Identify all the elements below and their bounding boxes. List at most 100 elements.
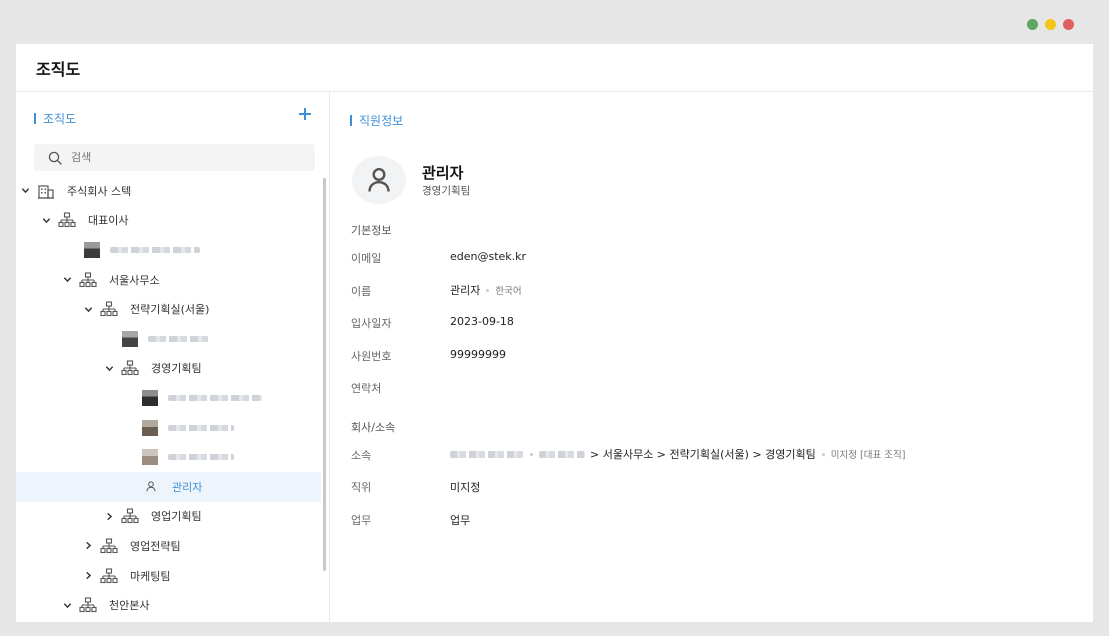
dept-field: > 서울사무소 > 전략기획실(서울) > 경영기획팀 미지정 [대표 조직] bbox=[450, 446, 905, 462]
blurred-name bbox=[148, 335, 210, 342]
tree-node-person[interactable] bbox=[16, 235, 321, 265]
tree-node-org[interactable]: 영업기획팀 bbox=[16, 502, 321, 532]
company-info-title: 회사/소속 bbox=[351, 421, 396, 434]
chevron-right-icon[interactable] bbox=[103, 510, 115, 522]
tree-node-org[interactable]: 영업전략팀 bbox=[16, 531, 321, 561]
org-chart-icon bbox=[100, 301, 118, 317]
avatar bbox=[142, 389, 158, 406]
tree-node-label: 전략기획실(서울) bbox=[130, 303, 210, 317]
org-tree: 주식회사 스텍 대표이사 서울사무소 전략기획실(서울) 경영기획팀 관리자 영… bbox=[16, 176, 321, 620]
section-marker bbox=[34, 112, 36, 124]
tree-scrollbar[interactable] bbox=[323, 178, 326, 571]
org-chart-icon bbox=[100, 567, 118, 583]
tree-node-org[interactable]: 천안본사 bbox=[16, 590, 321, 620]
org-chart-icon bbox=[79, 272, 97, 287]
user-icon bbox=[146, 481, 156, 492]
name-value: 관리자 bbox=[450, 284, 481, 297]
search-input[interactable] bbox=[71, 151, 271, 164]
tree-node-person[interactable] bbox=[16, 442, 321, 472]
join-date-label: 입사일자 bbox=[351, 317, 392, 330]
user-icon bbox=[368, 167, 390, 192]
tree-node-label: 대표이사 bbox=[88, 214, 129, 228]
org-tree-title: 조직도 bbox=[43, 111, 77, 126]
org-chart-icon bbox=[100, 538, 118, 553]
email-label: 이메일 bbox=[351, 252, 382, 265]
tree-node-label: 서울사무소 bbox=[109, 273, 160, 287]
tree-node-label: 영업기획팀 bbox=[151, 510, 202, 524]
position-label: 직위 bbox=[351, 481, 372, 494]
employee-info-header: 직원정보 bbox=[350, 112, 403, 129]
position-value: 미지정 bbox=[450, 481, 481, 494]
blurred-name bbox=[168, 424, 234, 431]
chevron-down-icon[interactable] bbox=[61, 599, 73, 611]
dept-note: 미지정 [대표 조직] bbox=[830, 450, 906, 461]
tree-node-label: 천안본사 bbox=[109, 599, 150, 613]
tree-node-person[interactable] bbox=[16, 383, 321, 413]
employee-no-value: 99999999 bbox=[450, 348, 506, 361]
blurred-org bbox=[539, 450, 585, 458]
chevron-down-icon[interactable] bbox=[61, 274, 73, 286]
tree-node-org[interactable]: 경영기획팀 bbox=[16, 354, 321, 384]
separator-dot bbox=[530, 452, 533, 456]
tree-node-company[interactable]: 주식회사 스텍 bbox=[16, 176, 321, 206]
window-controls bbox=[1027, 19, 1074, 30]
org-chart-icon bbox=[58, 212, 76, 228]
tree-node-label: 주식회사 스텍 bbox=[67, 184, 132, 198]
close-button[interactable] bbox=[1063, 19, 1074, 30]
join-date-value: 2023-09-18 bbox=[450, 315, 514, 328]
section-marker bbox=[350, 115, 352, 126]
separator-dot bbox=[486, 288, 490, 292]
chevron-down-icon[interactable] bbox=[82, 303, 94, 315]
avatar bbox=[142, 419, 158, 436]
minimize-button[interactable] bbox=[1027, 19, 1038, 30]
building-icon bbox=[38, 185, 54, 199]
tree-node-org[interactable]: 서울사무소 bbox=[16, 265, 321, 295]
chevron-right-icon[interactable] bbox=[82, 570, 94, 582]
chevron-down-icon[interactable] bbox=[40, 214, 52, 226]
chevron-down-icon[interactable] bbox=[103, 362, 115, 374]
avatar bbox=[122, 330, 138, 347]
blurred-company bbox=[450, 450, 524, 458]
chevron-right-icon[interactable] bbox=[82, 540, 94, 552]
tree-node-label: 마케팅팀 bbox=[130, 569, 171, 583]
tree-node-label: 관리자 bbox=[172, 480, 203, 494]
plus-icon[interactable] bbox=[297, 106, 313, 122]
search-icon bbox=[48, 151, 62, 165]
duty-value: 업무 bbox=[450, 514, 471, 527]
blurred-name bbox=[110, 246, 200, 253]
employee-info-title: 직원정보 bbox=[359, 114, 404, 128]
org-chart-icon bbox=[79, 597, 97, 613]
tree-node-org[interactable]: 대표이사 bbox=[16, 206, 321, 236]
employee-no-label: 사원번호 bbox=[351, 350, 392, 363]
tree-node-org[interactable]: 전략기획실(서울) bbox=[16, 294, 321, 324]
maximize-button[interactable] bbox=[1045, 19, 1056, 30]
contact-label: 연락처 bbox=[351, 382, 382, 395]
employee-info-panel: 직원정보 관리자 경영기획팀 기본정보 이메일 eden@stek.kr 이름 … bbox=[330, 92, 1093, 622]
separator-dot bbox=[821, 452, 825, 456]
tree-node-label: 영업전략팀 bbox=[130, 539, 181, 553]
basic-info-title: 기본정보 bbox=[351, 224, 392, 237]
tree-node-org[interactable]: 마케팅팀 bbox=[16, 561, 321, 591]
tree-node-label: 경영기획팀 bbox=[151, 362, 202, 376]
profile-team: 경영기획팀 bbox=[422, 185, 471, 197]
tree-node-person[interactable] bbox=[16, 413, 321, 443]
dept-path: > 서울사무소 > 전략기획실(서울) > 경영기획팀 bbox=[590, 448, 816, 461]
name-label: 이름 bbox=[351, 285, 372, 298]
blurred-name bbox=[168, 454, 234, 461]
avatar bbox=[142, 449, 158, 466]
window-header: 조직도 bbox=[16, 44, 1093, 92]
tree-node-person-selected[interactable]: 관리자 bbox=[16, 471, 321, 502]
page-title: 조직도 bbox=[36, 59, 81, 79]
blurred-name bbox=[168, 394, 262, 401]
dept-label: 소속 bbox=[351, 449, 372, 462]
profile-name: 관리자 bbox=[422, 164, 464, 182]
chevron-down-icon[interactable] bbox=[19, 185, 31, 197]
duty-label: 업무 bbox=[351, 514, 372, 527]
org-tree-panel: 조직도 검색 주식회사 스텍 대표이사 서울사무소 전략기획실(서울) 경영기획… bbox=[16, 92, 330, 622]
profile-avatar bbox=[352, 156, 406, 204]
org-chart-icon bbox=[121, 508, 139, 524]
email-value: eden@stek.kr bbox=[450, 250, 527, 263]
tree-node-person[interactable] bbox=[16, 324, 321, 354]
search-box[interactable] bbox=[34, 144, 315, 171]
org-chart-icon bbox=[121, 360, 139, 376]
